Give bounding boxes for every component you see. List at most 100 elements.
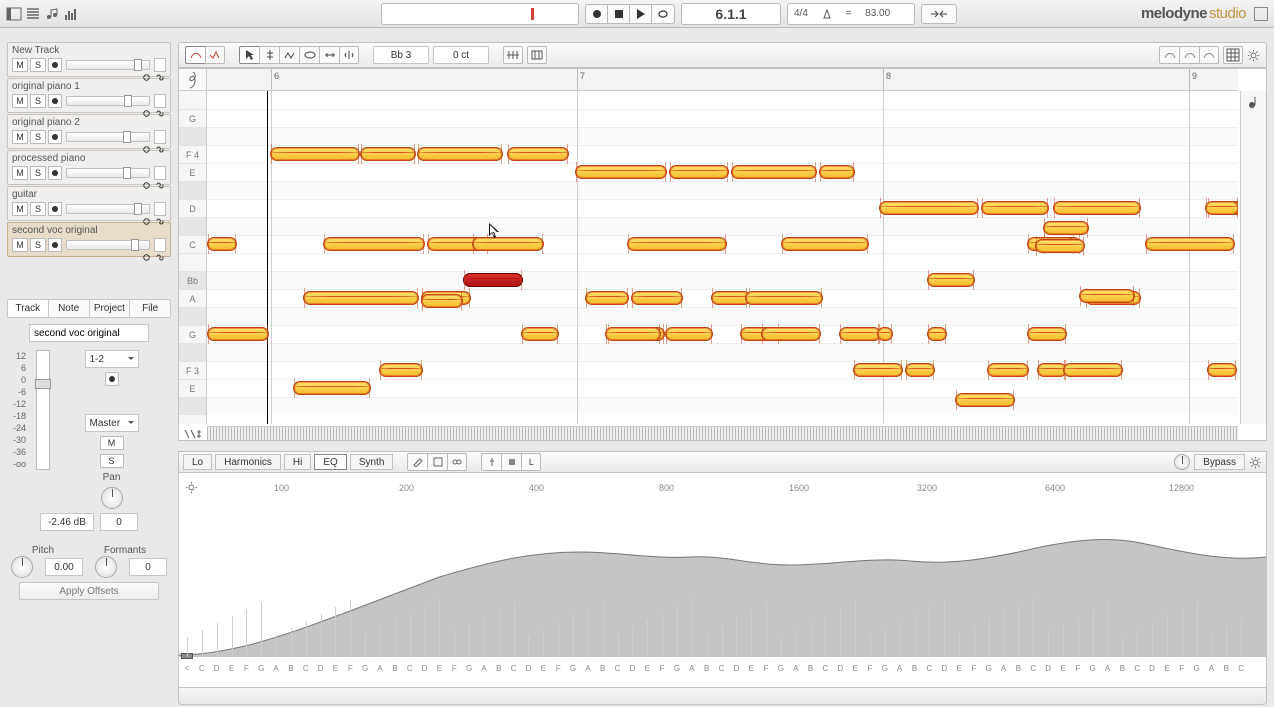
correct-pitch-button[interactable]	[503, 46, 523, 64]
tool-pitch[interactable]	[259, 46, 279, 64]
piano-key[interactable]	[179, 127, 206, 145]
pitch-ruler[interactable]: GF 4EDCBbAGF 3E	[179, 91, 207, 424]
link-icon[interactable]	[141, 144, 152, 158]
piano-key[interactable]: C	[179, 235, 206, 253]
mute-button[interactable]: M	[12, 130, 28, 144]
piano-key[interactable]: F 4	[179, 145, 206, 163]
note-blob[interactable]	[379, 363, 423, 377]
note-blob[interactable]	[207, 237, 237, 251]
solo-button[interactable]: S	[30, 130, 46, 144]
chain-icon[interactable]	[154, 144, 165, 158]
link-icon[interactable]	[141, 72, 152, 86]
piano-key[interactable]	[179, 307, 206, 325]
note-blob[interactable]	[1205, 201, 1238, 215]
volume-slider[interactable]	[66, 240, 150, 250]
eq-l-button[interactable]: L	[521, 453, 541, 471]
loop-marker-icon[interactable]	[529, 7, 538, 21]
tab-track[interactable]: Track	[8, 300, 49, 317]
mute-button[interactable]: M	[12, 202, 28, 216]
tool-formant[interactable]	[279, 46, 299, 64]
piano-key[interactable]	[179, 343, 206, 361]
note-area[interactable]	[207, 91, 1238, 424]
track-ref-toggle[interactable]	[154, 58, 166, 72]
bar-marker[interactable]: 8	[883, 69, 893, 90]
pane-mute-button[interactable]: M	[100, 436, 124, 450]
algo-melodic-button[interactable]	[185, 46, 205, 64]
scale-toggle-b[interactable]	[1179, 46, 1199, 64]
eq-settings-icon[interactable]	[185, 481, 198, 494]
record-arm-dot[interactable]	[48, 94, 62, 108]
note-blob[interactable]	[669, 165, 729, 179]
note-blob[interactable]	[731, 165, 817, 179]
loop-button[interactable]	[652, 5, 674, 23]
pitch-value[interactable]: 0.00	[45, 558, 83, 576]
position-display[interactable]: 6.1.1	[681, 3, 781, 25]
time-ruler[interactable]: 6789	[207, 69, 1238, 91]
note-blob[interactable]	[575, 165, 667, 179]
grid-toggle[interactable]	[1223, 46, 1243, 64]
record-button[interactable]	[586, 5, 608, 23]
mute-button[interactable]: M	[12, 94, 28, 108]
sound-tab-synth[interactable]: Synth	[350, 454, 394, 470]
bar-marker[interactable]: 7	[577, 69, 587, 90]
note-pitch-display[interactable]: Bb 3	[373, 46, 429, 64]
piano-key[interactable]	[179, 181, 206, 199]
piano-key[interactable]: A	[179, 289, 206, 307]
eq-canvas[interactable]: 10020040080016003200640012800<CDEFGABCDE…	[178, 473, 1267, 688]
eq-brush-button[interactable]	[407, 453, 427, 471]
piano-key[interactable]: G	[179, 109, 206, 127]
note-blob[interactable]	[927, 273, 975, 287]
record-arm-dot[interactable]	[48, 130, 62, 144]
window-mode-icon[interactable]	[1254, 7, 1268, 21]
track-ref-toggle[interactable]	[154, 238, 166, 252]
sound-gear-icon[interactable]	[1249, 456, 1262, 469]
solo-button[interactable]: S	[30, 94, 46, 108]
solo-button[interactable]: S	[30, 58, 46, 72]
link-icon[interactable]	[141, 180, 152, 194]
note-blob[interactable]	[631, 291, 683, 305]
tab-project[interactable]: Project	[90, 300, 131, 317]
chain-icon[interactable]	[154, 108, 165, 122]
tab-file[interactable]: File	[130, 300, 170, 317]
chain-icon[interactable]	[154, 216, 165, 230]
note-blob[interactable]	[761, 327, 821, 341]
overview-waveform[interactable]	[207, 426, 1238, 440]
record-arm-dot[interactable]	[48, 202, 62, 216]
note-blob[interactable]	[1079, 289, 1135, 303]
volume-slider[interactable]	[66, 96, 150, 106]
eq-link-button[interactable]	[447, 453, 467, 471]
tab-note[interactable]: Note	[49, 300, 90, 317]
chain-icon[interactable]	[154, 252, 165, 266]
pitch-knob[interactable]	[11, 556, 33, 578]
quantize-time-button[interactable]	[527, 46, 547, 64]
pan-value[interactable]: 0	[100, 513, 138, 531]
note-blob[interactable]	[270, 147, 360, 161]
note-blob[interactable]	[1035, 239, 1085, 253]
note-blob[interactable]	[303, 291, 419, 305]
time-signature[interactable]: 4/4	[794, 8, 808, 19]
note-blob[interactable]	[627, 237, 727, 251]
track-ref-toggle[interactable]	[154, 130, 166, 144]
note-blob[interactable]	[521, 327, 559, 341]
note-blob[interactable]	[207, 327, 269, 341]
track-name-input[interactable]	[29, 324, 149, 342]
chain-icon[interactable]	[154, 72, 165, 86]
solo-button[interactable]: S	[30, 166, 46, 180]
volume-slider[interactable]	[66, 204, 150, 214]
note-cents-display[interactable]: 0 ct	[433, 46, 489, 64]
gear-icon[interactable]	[1247, 49, 1260, 62]
track-ref-toggle[interactable]	[154, 166, 166, 180]
pan-knob[interactable]	[101, 487, 123, 509]
link-icon[interactable]	[141, 252, 152, 266]
note-blob[interactable]	[417, 147, 503, 161]
chain-icon[interactable]	[154, 180, 165, 194]
link-icon[interactable]	[141, 216, 152, 230]
track-0[interactable]: New TrackMS	[7, 42, 171, 77]
eq-marker-button[interactable]	[481, 453, 501, 471]
volume-slider[interactable]	[66, 168, 150, 178]
tool-separation[interactable]	[339, 46, 359, 64]
piano-key[interactable]	[179, 397, 206, 415]
piano-key[interactable]	[179, 253, 206, 271]
scale-toggle-c[interactable]	[1199, 46, 1219, 64]
playhead[interactable]	[267, 91, 268, 424]
